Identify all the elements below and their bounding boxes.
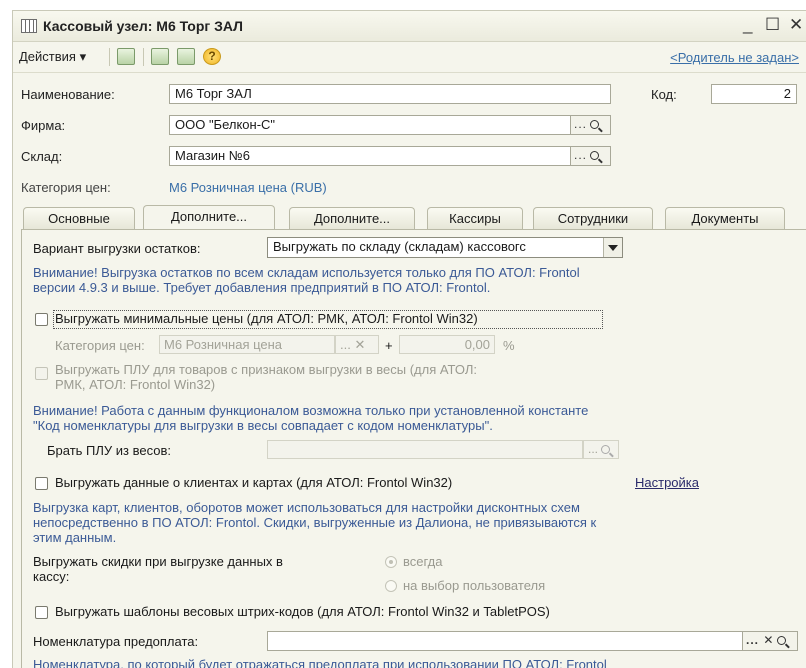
info-text-line: непосредственно в ПО АТОЛ: Frontol. Скид… bbox=[33, 515, 597, 530]
price-category-label: Категория цен: bbox=[21, 180, 111, 195]
toolbar: Действия ▾ ? <Родитель не задан> bbox=[13, 42, 806, 73]
plu-export-label-line: РМК, АТОЛ: Frontol Win32) bbox=[55, 377, 216, 392]
code-label: Код: bbox=[651, 87, 677, 102]
export-variant-label: Вариант выгрузки остатков: bbox=[33, 241, 201, 256]
clients-export-label[interactable]: Выгружать данные о клиентах и картах (дл… bbox=[55, 475, 452, 490]
min-prices-checkbox[interactable] bbox=[35, 313, 48, 326]
take-plu-label: Брать ПЛУ из весов: bbox=[47, 443, 172, 458]
window-title: Кассовый узел: М6 Торг ЗАЛ bbox=[43, 18, 243, 34]
info-text-line: Выгрузка карт, клиентов, оборотов может … bbox=[33, 500, 580, 515]
warning-text-line: Внимание! Работа с данным функционалом в… bbox=[33, 403, 589, 418]
barcode-templates-label[interactable]: Выгружать шаблоны весовых штрих-кодов (д… bbox=[55, 604, 550, 619]
warning-text-line: версии 4.9.3 и выше. Требует добавления … bbox=[33, 280, 491, 295]
save-icon[interactable] bbox=[117, 48, 135, 65]
ellipsis-clear-label: ... ✕ bbox=[746, 633, 775, 647]
take-plu-buttons: ... bbox=[583, 440, 619, 459]
warning-text-line: Внимание! Выгрузка остатков по всем скла… bbox=[33, 265, 580, 280]
plu-export-label-line: Выгружать ПЛУ для товаров с признаком вы… bbox=[55, 362, 477, 377]
discount-always-radio[interactable] bbox=[385, 556, 397, 568]
tab-employees[interactable]: Сотрудники bbox=[533, 207, 653, 229]
title-bar: Кассовый узел: М6 Торг ЗАЛ _ ☐ ✕ bbox=[13, 11, 806, 42]
percent-sign: % bbox=[503, 338, 515, 353]
ellipsis-label: ... bbox=[574, 117, 588, 131]
name-label: Наименование: bbox=[21, 87, 115, 102]
min-price-category-label: Категория цен: bbox=[55, 338, 145, 353]
tab-additional-2[interactable]: Дополните... bbox=[289, 207, 415, 229]
clients-export-checkbox[interactable] bbox=[35, 477, 48, 490]
take-plu-field bbox=[267, 440, 583, 459]
maximize-button[interactable]: ☐ bbox=[765, 15, 780, 35]
search-icon bbox=[590, 120, 600, 129]
min-price-category-buttons: ... ✕ bbox=[335, 335, 379, 354]
warehouse-select-button[interactable]: ... bbox=[570, 146, 611, 166]
code-field[interactable]: 2 bbox=[711, 84, 797, 104]
tab-additional-1[interactable]: Дополните... bbox=[143, 205, 275, 230]
chevron-down-icon[interactable] bbox=[603, 238, 622, 257]
plus-sign: + bbox=[385, 338, 393, 353]
tab-main[interactable]: Основные bbox=[23, 207, 135, 229]
barcode-templates-checkbox[interactable] bbox=[35, 606, 48, 619]
prepay-label: Номенклатура предоплата: bbox=[33, 634, 199, 649]
parent-link[interactable]: <Родитель не задан> bbox=[670, 50, 799, 65]
search-icon bbox=[777, 636, 787, 645]
export-variant-value: Выгружать по складу (складам) кассовогс bbox=[273, 239, 526, 254]
export-variant-select[interactable]: Выгружать по складу (складам) кассовогс bbox=[267, 237, 623, 258]
info-text-line: этим данным. bbox=[33, 530, 117, 545]
close-button[interactable]: ✕ bbox=[789, 15, 803, 35]
document-icon[interactable] bbox=[177, 48, 195, 65]
min-price-category-field: М6 Розничная цена bbox=[159, 335, 335, 354]
firm-label: Фирма: bbox=[21, 118, 66, 133]
discount-user-choice-radio[interactable] bbox=[385, 580, 397, 592]
percent-field: 0,00 bbox=[399, 335, 495, 354]
warning-text-line: "Код номенклатуры для выгрузки в весы со… bbox=[33, 418, 493, 433]
help-icon[interactable]: ? bbox=[203, 48, 221, 65]
ellipsis-label: ... bbox=[574, 148, 588, 162]
ellipsis-label: ... bbox=[588, 442, 599, 456]
cash-register-window: Кассовый узел: М6 Торг ЗАЛ _ ☐ ✕ Действи… bbox=[12, 10, 806, 668]
firm-field[interactable]: ООО "Белкон-С" bbox=[169, 115, 571, 135]
discounts-label-line: кассу: bbox=[33, 569, 70, 584]
prepay-select-buttons[interactable]: ... ✕ bbox=[742, 631, 798, 651]
discount-always-label: всегда bbox=[403, 554, 443, 569]
warehouse-label: Склад: bbox=[21, 149, 63, 164]
minimize-button[interactable]: _ bbox=[743, 15, 752, 35]
min-prices-label[interactable]: Выгружать минимальные цены (для АТОЛ: РМ… bbox=[55, 311, 478, 326]
price-category-value[interactable]: М6 Розничная цена (RUB) bbox=[169, 180, 327, 195]
tab-documents[interactable]: Документы bbox=[665, 207, 785, 229]
toolbar-separator bbox=[143, 48, 144, 66]
firm-select-button[interactable]: ... bbox=[570, 115, 611, 135]
search-icon bbox=[590, 151, 600, 160]
settings-link[interactable]: Настройка bbox=[635, 475, 699, 490]
prepay-info-text: Номенклатура, по который будет отражатьс… bbox=[33, 657, 607, 668]
warehouse-field[interactable]: Магазин №6 bbox=[169, 146, 571, 166]
discounts-label-line: Выгружать скидки при выгрузке данных в bbox=[33, 554, 283, 569]
name-field[interactable]: М6 Торг ЗАЛ bbox=[169, 84, 611, 104]
tab-cashiers[interactable]: Кассиры bbox=[427, 207, 523, 229]
discount-user-choice-label: на выбор пользователя bbox=[403, 578, 546, 593]
table-icon bbox=[21, 19, 37, 33]
plu-export-checkbox[interactable] bbox=[35, 367, 48, 380]
actions-menu[interactable]: Действия ▾ bbox=[19, 49, 86, 65]
refresh-icon[interactable] bbox=[151, 48, 169, 65]
toolbar-separator bbox=[109, 48, 110, 66]
prepay-field[interactable] bbox=[267, 631, 743, 651]
search-icon bbox=[601, 445, 611, 454]
